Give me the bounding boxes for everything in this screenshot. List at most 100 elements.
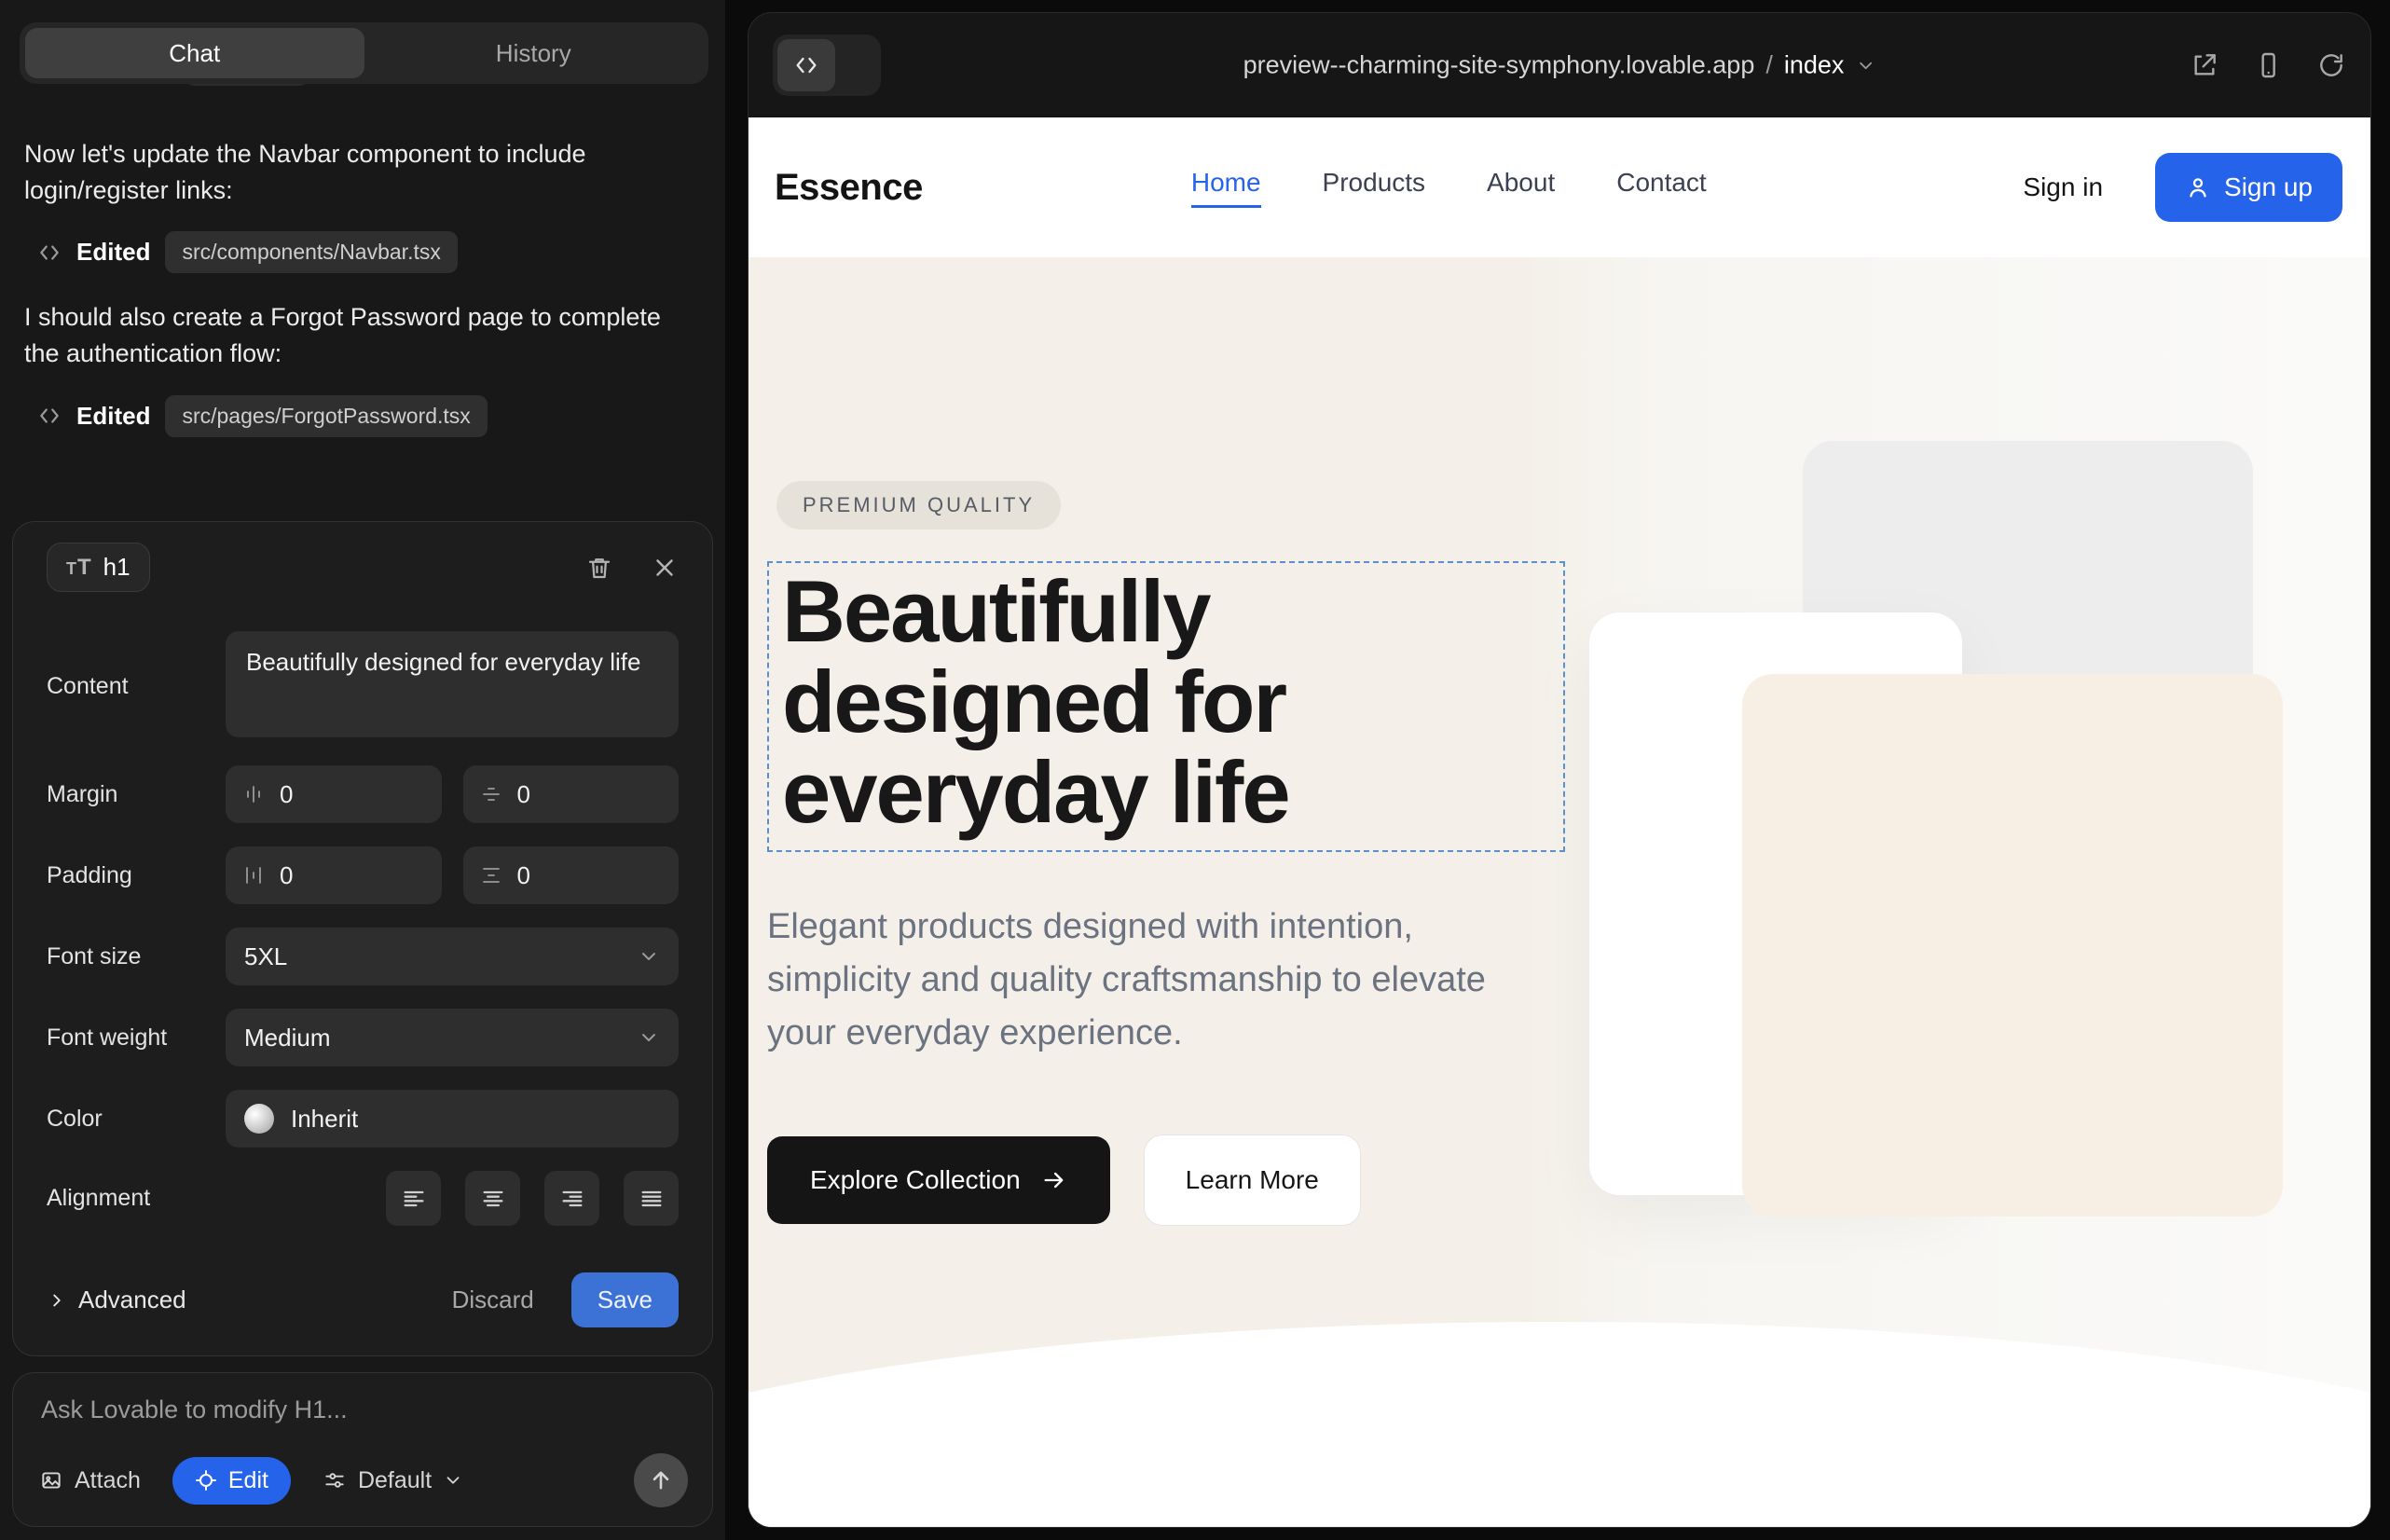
align-right-button[interactable] xyxy=(544,1171,599,1226)
margin-label: Margin xyxy=(47,781,226,808)
padding-row: Padding 0 0 xyxy=(47,846,679,904)
file-path-badge[interactable]: src/components/Navbar.tsx xyxy=(165,231,457,273)
open-in-new-tab-icon[interactable] xyxy=(2190,50,2219,80)
code-view-toggle[interactable] xyxy=(773,34,881,96)
default-label: Default xyxy=(358,1467,432,1494)
nav-link-about[interactable]: About xyxy=(1487,168,1555,208)
discard-button[interactable]: Discard xyxy=(452,1286,534,1314)
composer-input[interactable] xyxy=(41,1396,684,1437)
preview-panel: preview--charming-site-symphony.lovable.… xyxy=(725,0,2390,1540)
margin-row: Margin 0 0 xyxy=(47,765,679,823)
edited-label: Edited xyxy=(76,238,150,267)
selected-element-tag[interactable]: TT h1 xyxy=(47,543,150,592)
align-left-button[interactable] xyxy=(386,1171,441,1226)
margin-vertical-input[interactable]: 0 xyxy=(463,765,680,823)
margin-horizontal-input[interactable]: 0 xyxy=(226,765,442,823)
content-label: Content xyxy=(47,673,226,700)
attach-button[interactable]: Attach xyxy=(39,1467,141,1494)
chat-message: I should also create a Forgot Password p… xyxy=(24,299,677,372)
hero-paragraph: Elegant products designed with intention… xyxy=(767,901,1508,1060)
code-icon xyxy=(777,39,835,91)
refresh-icon[interactable] xyxy=(2316,50,2346,80)
alignment-row: Alignment xyxy=(47,1171,679,1226)
hero-section: PREMIUM QUALITY Beautifully designed for… xyxy=(749,257,2370,1527)
edited-label: Edited xyxy=(76,402,150,431)
url-page: index xyxy=(1784,51,1845,80)
margin-vertical-icon xyxy=(480,783,502,805)
learn-more-label: Learn More xyxy=(1186,1165,1319,1195)
sign-in-link[interactable]: Sign in xyxy=(2023,172,2103,202)
tab-history[interactable]: History xyxy=(364,28,704,78)
hero-heading[interactable]: Beautifully designed for everyday life xyxy=(782,567,1550,837)
explore-collection-label: Explore Collection xyxy=(810,1165,1021,1195)
decorative-card-beige xyxy=(1742,674,2283,1217)
typography-icon: TT xyxy=(66,555,92,581)
padding-vertical-input[interactable]: 0 xyxy=(463,846,680,904)
font-weight-value: Medium xyxy=(244,1024,330,1052)
preview-window: preview--charming-site-symphony.lovable.… xyxy=(748,12,2371,1528)
color-select[interactable]: Inherit xyxy=(226,1090,679,1148)
attach-label: Attach xyxy=(75,1467,141,1494)
code-icon xyxy=(37,241,62,265)
align-justify-button[interactable] xyxy=(624,1171,679,1226)
element-tag-label: h1 xyxy=(103,553,130,582)
sign-up-button[interactable]: Sign up xyxy=(2155,153,2342,222)
edited-file-row[interactable]: Edited src/components/Navbar.tsx xyxy=(37,231,701,273)
chat-messages: Now let's update the Navbar component to… xyxy=(0,136,725,437)
send-button[interactable] xyxy=(634,1453,688,1507)
padding-horizontal-input[interactable]: 0 xyxy=(226,846,442,904)
site-brand[interactable]: Essence xyxy=(775,167,923,209)
preview-url[interactable]: preview--charming-site-symphony.lovable.… xyxy=(1243,51,1876,80)
target-icon xyxy=(195,1469,217,1492)
decorative-bottom-curve xyxy=(749,1322,2370,1527)
file-path-badge[interactable]: src/pages/ForgotPassword.tsx xyxy=(165,395,487,437)
chevron-down-icon xyxy=(1855,55,1875,76)
nav-link-contact[interactable]: Contact xyxy=(1616,168,1707,208)
chat-message: Now let's update the Navbar component to… xyxy=(24,136,677,209)
learn-more-button[interactable]: Learn More xyxy=(1144,1134,1361,1226)
model-default-button[interactable]: Default xyxy=(323,1467,463,1494)
lovable-chat-panel: Chat History Now let's update the Navbar… xyxy=(0,0,725,1540)
panel-tabs: Chat History xyxy=(20,22,708,84)
mobile-view-icon[interactable] xyxy=(2253,50,2283,80)
content-input[interactable]: Beautifully designed for everyday life xyxy=(226,631,679,737)
selected-element-outline[interactable]: Beautifully designed for everyday life xyxy=(767,561,1565,852)
delete-element-button[interactable] xyxy=(585,554,613,582)
preview-toolbar: preview--charming-site-symphony.lovable.… xyxy=(749,13,2370,117)
element-editor-panel: TT h1 Content Beautifully designed for e… xyxy=(12,521,713,1356)
margin-vertical-value: 0 xyxy=(517,780,530,809)
code-icon xyxy=(37,404,62,428)
edited-file-row[interactable]: Edited src/pages/ForgotPassword.tsx xyxy=(37,395,701,437)
nav-link-home[interactable]: Home xyxy=(1191,168,1261,208)
chevron-right-icon xyxy=(47,1290,67,1311)
font-size-value: 5XL xyxy=(244,942,287,971)
font-weight-select[interactable]: Medium xyxy=(226,1009,679,1066)
content-row: Content Beautifully designed for everyda… xyxy=(47,631,679,742)
premium-quality-badge: PREMIUM QUALITY xyxy=(776,481,1061,529)
tab-chat[interactable]: Chat xyxy=(25,28,364,78)
edit-mode-button[interactable]: Edit xyxy=(172,1457,291,1505)
editor-header: TT h1 xyxy=(47,543,679,592)
arrow-up-icon xyxy=(648,1467,674,1493)
font-size-select[interactable]: 5XL xyxy=(226,928,679,985)
sliders-icon xyxy=(323,1468,347,1492)
advanced-toggle[interactable]: Advanced xyxy=(47,1286,186,1314)
explore-collection-button[interactable]: Explore Collection xyxy=(767,1136,1110,1224)
nav-link-products[interactable]: Products xyxy=(1323,168,1426,208)
edit-label: Edit xyxy=(228,1467,268,1494)
chevron-down-icon xyxy=(638,1026,660,1049)
padding-horizontal-icon xyxy=(242,864,265,887)
chevron-down-icon xyxy=(638,945,660,968)
color-label: Color xyxy=(47,1106,226,1133)
font-size-label: Font size xyxy=(47,943,226,970)
align-center-button[interactable] xyxy=(465,1171,520,1226)
save-button[interactable]: Save xyxy=(571,1272,679,1327)
font-size-row: Font size 5XL xyxy=(47,928,679,985)
arrow-right-icon xyxy=(1041,1167,1067,1193)
color-row: Color Inherit xyxy=(47,1090,679,1148)
close-editor-icon[interactable] xyxy=(651,554,679,582)
person-icon xyxy=(2185,174,2211,200)
sign-up-label: Sign up xyxy=(2224,172,2313,202)
color-swatch xyxy=(244,1104,274,1134)
font-weight-label: Font weight xyxy=(47,1024,226,1052)
